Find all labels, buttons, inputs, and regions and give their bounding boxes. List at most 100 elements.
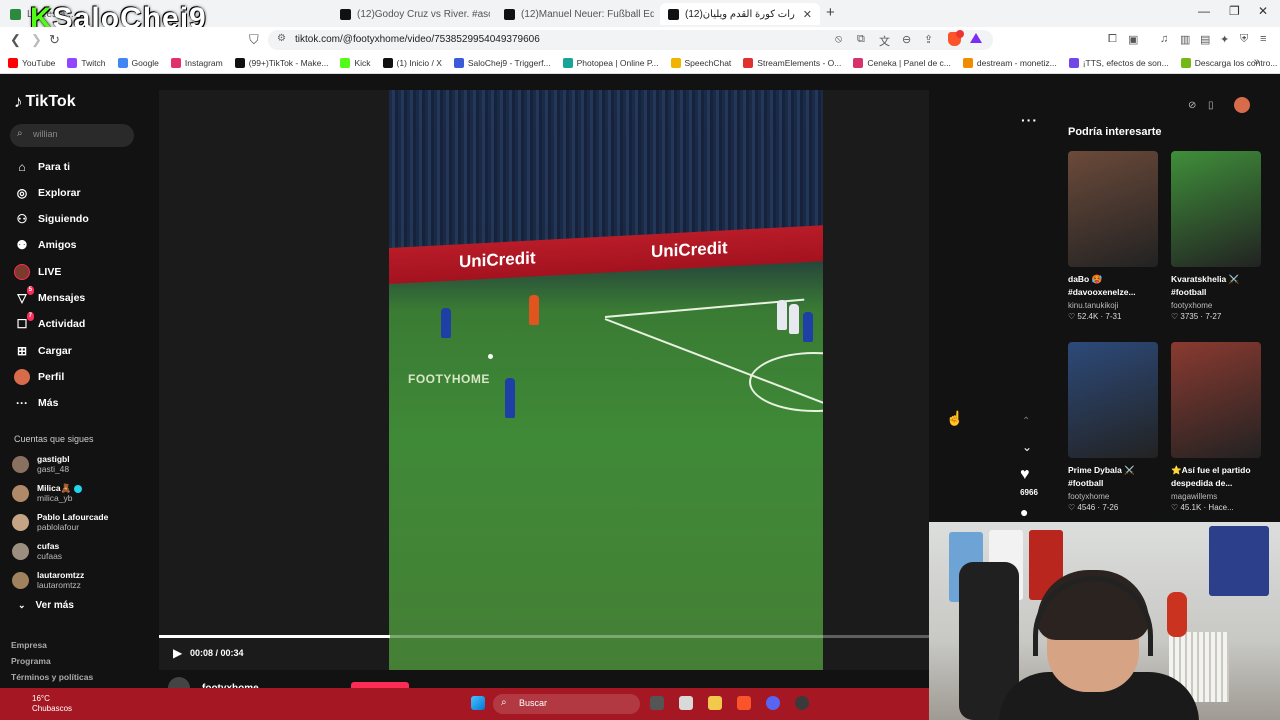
followed-account[interactable]: lautaromtzz lautaromtzz <box>12 567 152 593</box>
video-frame[interactable]: UniCredit UniCredit FOOTYHOME <box>389 90 823 670</box>
suggested-video-card[interactable]: Kvaratskhelia ⚔️ #football footyxhome ♡ 37… <box>1171 151 1263 321</box>
bookmark-item[interactable]: ¡TTS, efectos de son... <box>1068 58 1169 68</box>
menu-icon[interactable]: ≡ <box>1260 33 1266 45</box>
media-icon[interactable]: ♫ <box>1160 33 1168 45</box>
brave-browser-icon[interactable] <box>737 696 751 710</box>
file-explorer-icon[interactable] <box>708 696 722 710</box>
more-options-icon[interactable]: ··· <box>1021 112 1038 128</box>
maximize-icon[interactable]: ❐ <box>1229 4 1240 18</box>
taskbar-search[interactable]: ⌕ Buscar <box>493 694 640 714</box>
nav-para-ti[interactable]: ⌂ Para ti <box>14 158 70 176</box>
followed-account[interactable]: Milica🧸 milica_yb <box>12 480 152 506</box>
bookmark-item[interactable]: (1) Inicio / X <box>382 58 442 68</box>
vpn-icon[interactable]: ⛨ <box>1240 33 1248 46</box>
tiktok-note-icon: ♪ <box>14 92 23 111</box>
followed-account[interactable]: gastigbl gasti_48 <box>12 451 152 477</box>
followed-account[interactable]: cufas cufaas <box>12 538 152 564</box>
task-view-icon[interactable] <box>650 696 664 710</box>
video-thumbnail[interactable] <box>1171 342 1261 458</box>
bookmark-item[interactable]: YouTube <box>8 58 55 68</box>
bookmarks-overflow-icon[interactable]: » <box>1254 56 1260 68</box>
bookmark-item[interactable]: Photopea | Online P... <box>562 58 659 68</box>
wallet-icon[interactable]: ▤ <box>1200 33 1210 46</box>
bookmark-icon[interactable]: ⛉ <box>249 32 259 48</box>
tiktok-favicon-icon <box>340 8 351 20</box>
like-icon[interactable]: ♥ <box>1020 466 1030 484</box>
video-player[interactable]: UniCredit UniCredit FOOTYHOME ▶ 00:08 / … <box>159 90 1037 670</box>
bookmark-item[interactable]: SaloChej9 - Triggerf... <box>453 58 551 68</box>
nav-amigos[interactable]: ⚉ Amigos <box>14 236 77 254</box>
video-thumbnail[interactable] <box>1171 151 1261 267</box>
suggested-video-card[interactable]: ⭐Así fue el partido despedida de... magaw… <box>1171 342 1263 512</box>
browser-tab[interactable]: (12)Godoy Cruz vs River. #asociaci... <box>332 3 490 25</box>
bookmark-item[interactable]: destream - monetiz... <box>962 58 1057 68</box>
bookmark-item[interactable]: Google <box>117 58 159 68</box>
comment-icon[interactable]: ● <box>1020 504 1028 520</box>
zoom-icon[interactable]: ⊖ <box>902 33 911 46</box>
device-icon[interactable]: ▯ <box>1208 100 1214 111</box>
obs-icon[interactable] <box>795 696 809 710</box>
close-window-icon[interactable]: ✕ <box>1258 4 1268 18</box>
bookmark-item[interactable]: SpeechChat <box>670 58 731 68</box>
see-more-button[interactable]: ⌄ Ver más <box>18 600 74 611</box>
video-progress-fill <box>159 635 390 638</box>
video-thumbnail[interactable] <box>1068 151 1158 267</box>
nav-actividad[interactable]: ☐ 7 Actividad <box>14 312 85 333</box>
bookmark-item[interactable]: (99+)TikTok - Make... <box>234 58 328 68</box>
compass-icon: ◎ <box>16 186 28 200</box>
extensions-icon[interactable]: ⧠ <box>1108 33 1117 46</box>
discord-icon[interactable] <box>766 696 780 710</box>
friends-icon: ⚉ <box>16 238 28 252</box>
minimize-icon[interactable]: — <box>1198 4 1210 18</box>
nav-siguiendo[interactable]: ⚇ Siguiendo <box>14 210 89 228</box>
search-input[interactable]: ⌕ willian <box>10 124 134 147</box>
reload-icon[interactable]: ↻ <box>49 32 60 48</box>
bookmark-favicon-icon <box>382 58 393 68</box>
leo-ai-icon[interactable]: ✦ <box>1220 33 1229 46</box>
audio-icon[interactable]: ⦸ <box>835 33 842 46</box>
tiktok-logo[interactable]: ♪ TikTok <box>14 92 76 112</box>
next-video-icon[interactable]: ⌄ <box>1022 440 1032 454</box>
bookmark-item[interactable]: Kick <box>340 58 371 68</box>
play-icon[interactable]: ▶ <box>173 646 182 660</box>
tab-search-icon[interactable]: ▣ <box>1128 33 1138 46</box>
share-icon[interactable]: ⇪ <box>924 33 933 46</box>
nav-cargar[interactable]: ⊞ Cargar <box>14 342 72 360</box>
sidebar-icon[interactable]: ▥ <box>1180 33 1190 46</box>
suggested-video-card[interactable]: daBo 🥵 #davooxenelze... kinu.tanukikoji ♡ … <box>1068 151 1160 321</box>
bookmark-item[interactable]: Instagram <box>170 58 223 68</box>
nav-mas[interactable]: ··· Más <box>14 394 58 412</box>
bookmark-item[interactable]: Twitch <box>67 58 106 68</box>
brave-rewards-icon[interactable] <box>970 33 982 43</box>
windows-start-icon[interactable] <box>471 696 485 710</box>
site-settings-icon[interactable]: ⚙ <box>277 33 286 44</box>
new-tab-icon[interactable]: + <box>826 4 835 21</box>
back-icon[interactable]: ❮ <box>10 32 21 48</box>
followed-account[interactable]: Pablo Lafourcade pablolafour <box>12 509 152 535</box>
video-thumbnail[interactable] <box>1068 342 1158 458</box>
suggested-video-card[interactable]: Prime Dybala ⚔️ #football footyxhome ♡ 454… <box>1068 342 1160 512</box>
footer-terminos[interactable]: Términos y políticas <box>11 672 93 682</box>
coins-icon[interactable]: ⊘ <box>1188 100 1196 111</box>
video-progress-bar[interactable] <box>159 635 929 638</box>
weather-widget[interactable]: 16°C Chubascos <box>32 694 72 714</box>
tiktok-favicon-icon <box>668 8 679 20</box>
bookmark-item[interactable]: StreamElements - O... <box>743 58 841 68</box>
store-icon[interactable] <box>679 696 693 710</box>
close-tab-icon[interactable]: ✕ <box>803 8 812 21</box>
nav-explorar[interactable]: ◎ Explorar <box>14 184 81 202</box>
browser-tab[interactable]: (12)Manuel Neuer: Fußball Edits und... <box>496 3 654 25</box>
bookmark-item[interactable]: Descarga los contro... <box>1180 58 1277 68</box>
browser-tab-active[interactable]: (12)مهارات كورة القدم ويليان | TikTok ✕ <box>660 3 820 25</box>
footer-programa[interactable]: Programa <box>11 656 51 666</box>
nav-mensajes[interactable]: ▽ 5 Mensajes <box>14 286 85 307</box>
activity-icon: ☐ 7 <box>16 312 34 331</box>
nav-live[interactable]: LIVE <box>14 263 61 281</box>
previous-video-icon[interactable]: ⌃ <box>1022 416 1030 427</box>
bookmark-item[interactable]: Ceneka | Panel de c... <box>853 58 951 68</box>
nav-perfil[interactable]: Perfil <box>14 368 64 386</box>
open-app-icon[interactable]: ⧉ <box>857 33 865 46</box>
footer-empresa[interactable]: Empresa <box>11 640 47 650</box>
translate-icon[interactable]: 文 <box>879 33 890 49</box>
user-avatar[interactable] <box>1234 97 1250 113</box>
